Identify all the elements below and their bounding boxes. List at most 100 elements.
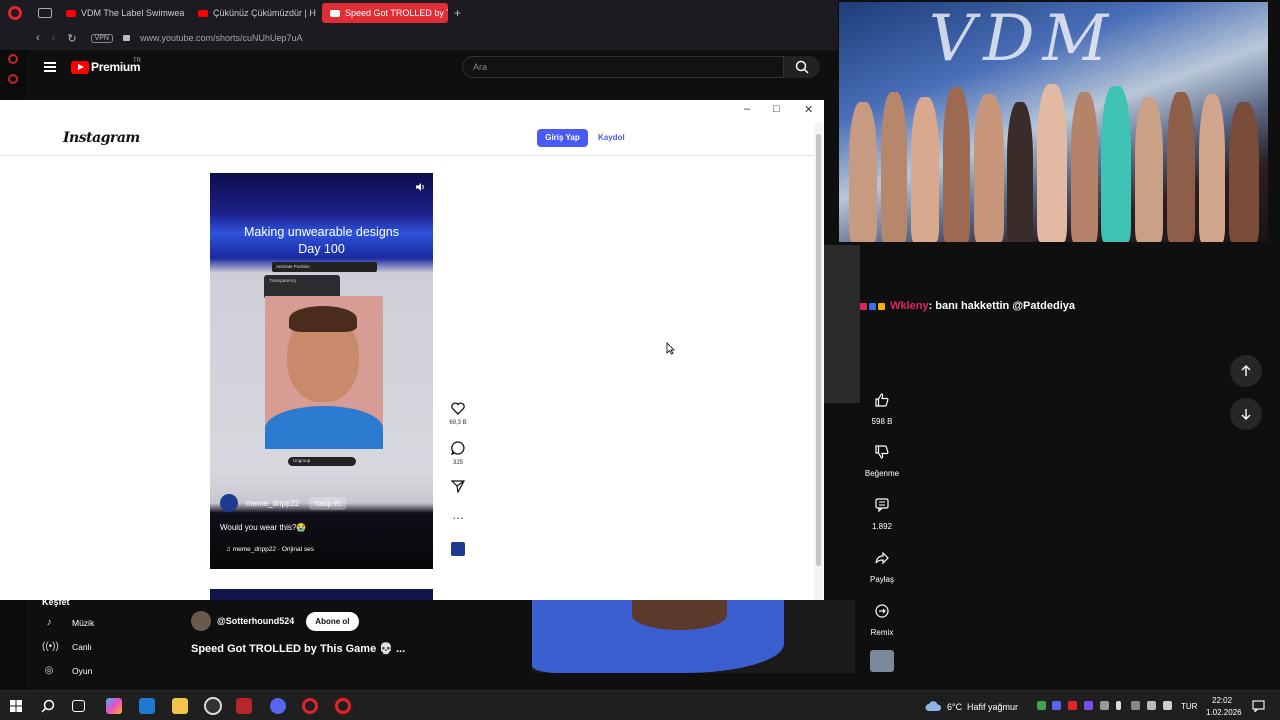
subscribe-button[interactable]: Abone ol (306, 611, 359, 631)
sidebar-opera-icon[interactable] (8, 54, 18, 64)
minimize-icon[interactable]: – (744, 103, 750, 115)
new-tab-icon[interactable]: + (454, 6, 461, 20)
shorts-side-gutter (824, 245, 860, 403)
badge-icon (869, 302, 876, 310)
thumbs-up-icon (875, 393, 889, 407)
sound-icon[interactable] (415, 182, 425, 192)
windows-start-icon[interactable] (10, 700, 22, 712)
chat-username: Wkleny (890, 300, 929, 312)
avatar[interactable] (191, 611, 211, 631)
video-title[interactable]: Speed Got TROLLED by This Game 💀 ... (191, 642, 405, 655)
weather-temp[interactable]: 6°C (947, 702, 962, 712)
remix-button[interactable]: Remix (862, 596, 902, 637)
crown-icon (878, 302, 885, 310)
comment-count: 1.892 (871, 522, 893, 531)
sidebar-messenger-icon[interactable] (8, 74, 18, 84)
close-icon[interactable]: ✕ (804, 103, 813, 116)
obs-icon[interactable] (204, 697, 222, 715)
tray-icon[interactable] (1100, 701, 1109, 710)
outlook-icon[interactable] (139, 698, 155, 714)
search-button[interactable] (784, 56, 820, 78)
more-options-icon[interactable]: … (446, 508, 470, 522)
next-reel-preview[interactable] (210, 589, 433, 600)
tray-icon[interactable] (1131, 701, 1140, 710)
tray-icon[interactable] (1052, 701, 1061, 710)
clock-time[interactable]: 22:02 (1212, 696, 1232, 705)
tray-icon[interactable] (1037, 701, 1046, 710)
sidebar-item-live[interactable]: ((•)) Canlı (42, 641, 92, 652)
address-bar: ‹ › ↻ VPN www.youtube.com/shorts/cuNUhUe… (0, 26, 838, 50)
clock-date[interactable]: 1.02.2026 (1206, 708, 1242, 717)
tray-icon[interactable] (1068, 701, 1077, 710)
tab-manager-icon[interactable] (38, 8, 52, 18)
cloud-rain-icon (925, 701, 942, 711)
search-icon[interactable] (41, 699, 55, 713)
reel-video[interactable]: Making unwearable designs Day 100 Animat… (210, 173, 433, 569)
remix-icon (875, 604, 889, 618)
copilot-icon[interactable] (106, 698, 122, 714)
sound-thumbnail[interactable] (870, 650, 894, 672)
browser-tab-active[interactable]: Speed Got TROLLED by Th (322, 3, 448, 23)
like-button[interactable]: 598 B (862, 385, 902, 426)
sidebar-item-gaming[interactable]: ◎ Oyun (42, 665, 93, 676)
previous-short-button[interactable] (1230, 355, 1262, 387)
chat-text: : banı hakkettin @Patdediya (928, 300, 1076, 312)
reel-caption: Would you wear this?😭 (220, 523, 307, 532)
search-input[interactable]: Ara (462, 56, 784, 78)
windows-taskbar: 6°C Hafif yağmur TUR 22:02 1.02.2026 (0, 690, 1280, 720)
sidebar-item-music[interactable]: ♪ Müzik (42, 617, 95, 628)
microphone-icon[interactable] (1116, 701, 1121, 710)
language-indicator[interactable]: TUR (1181, 702, 1197, 711)
menu-icon[interactable] (44, 62, 56, 72)
opera-gx-icon[interactable] (335, 698, 351, 714)
tray-icon[interactable] (1084, 701, 1093, 710)
dislike-label: Beğenme (864, 469, 900, 478)
comments-button[interactable]: 1.892 (862, 490, 902, 531)
audio-thumbnail[interactable] (446, 542, 470, 556)
file-explorer-icon[interactable] (172, 698, 188, 714)
heart-icon (451, 402, 465, 415)
opera-logo-icon[interactable] (8, 6, 22, 20)
browser-tab[interactable]: VDM The Label Swimwea (58, 3, 184, 23)
follow-button[interactable]: Takip Et (309, 496, 347, 510)
comment-count: 325 (452, 460, 463, 466)
notifications-icon[interactable] (1252, 700, 1265, 712)
avatar[interactable] (220, 494, 238, 512)
maximize-icon[interactable]: □ (773, 103, 780, 115)
back-icon[interactable]: ‹ (36, 32, 40, 44)
vpn-badge[interactable]: VPN (90, 33, 113, 43)
reel-title: Making unwearable designs Day 100 (244, 225, 399, 256)
next-short-button[interactable] (1230, 398, 1262, 430)
instagram-logo[interactable]: Instagram (63, 130, 140, 146)
weather-desc[interactable]: Hafif yağmur (967, 702, 1018, 712)
like-count: 598 B (871, 417, 893, 426)
share-action[interactable] (446, 480, 470, 498)
login-button[interactable]: Giriş Yap (537, 129, 588, 147)
webcam-overlay (532, 600, 855, 673)
sidebar-section-title: Keşfet (42, 597, 70, 607)
channel-handle[interactable]: @Sotterhound524 (217, 616, 294, 626)
reel-username[interactable]: meme_dripp22 (246, 499, 299, 508)
url-field[interactable]: www.youtube.com/shorts/cuNUhUep7uA (140, 33, 303, 43)
share-button[interactable]: Paylaş (862, 543, 902, 584)
task-view-icon[interactable] (72, 700, 85, 712)
dislike-button[interactable]: Beğenme (862, 437, 902, 478)
comment-action[interactable]: 325 (446, 441, 470, 466)
comment-icon (875, 498, 889, 513)
stream-video[interactable]: VDM (839, 2, 1268, 242)
scrollbar[interactable] (814, 122, 823, 600)
editor-toolbar: Animate Position (272, 262, 377, 272)
youtube-logo-icon[interactable] (71, 61, 89, 74)
signup-link[interactable]: Kaydol (598, 133, 625, 142)
discord-icon[interactable] (270, 698, 286, 714)
reel-audio[interactable]: ♫ meme_dripp22 · Orijinal ses (226, 546, 314, 553)
like-action[interactable]: 69,3 B (446, 402, 470, 426)
forward-icon[interactable]: › (52, 32, 56, 44)
volume-icon[interactable] (1163, 701, 1172, 710)
opera-icon[interactable] (302, 698, 318, 714)
reload-icon[interactable]: ↻ (67, 32, 76, 45)
browser-tab[interactable]: Çükünüz Çükümüzdür | H (190, 3, 316, 23)
record-app-icon[interactable] (236, 698, 252, 714)
network-icon[interactable] (1147, 701, 1156, 710)
region-code: TR (133, 58, 141, 64)
